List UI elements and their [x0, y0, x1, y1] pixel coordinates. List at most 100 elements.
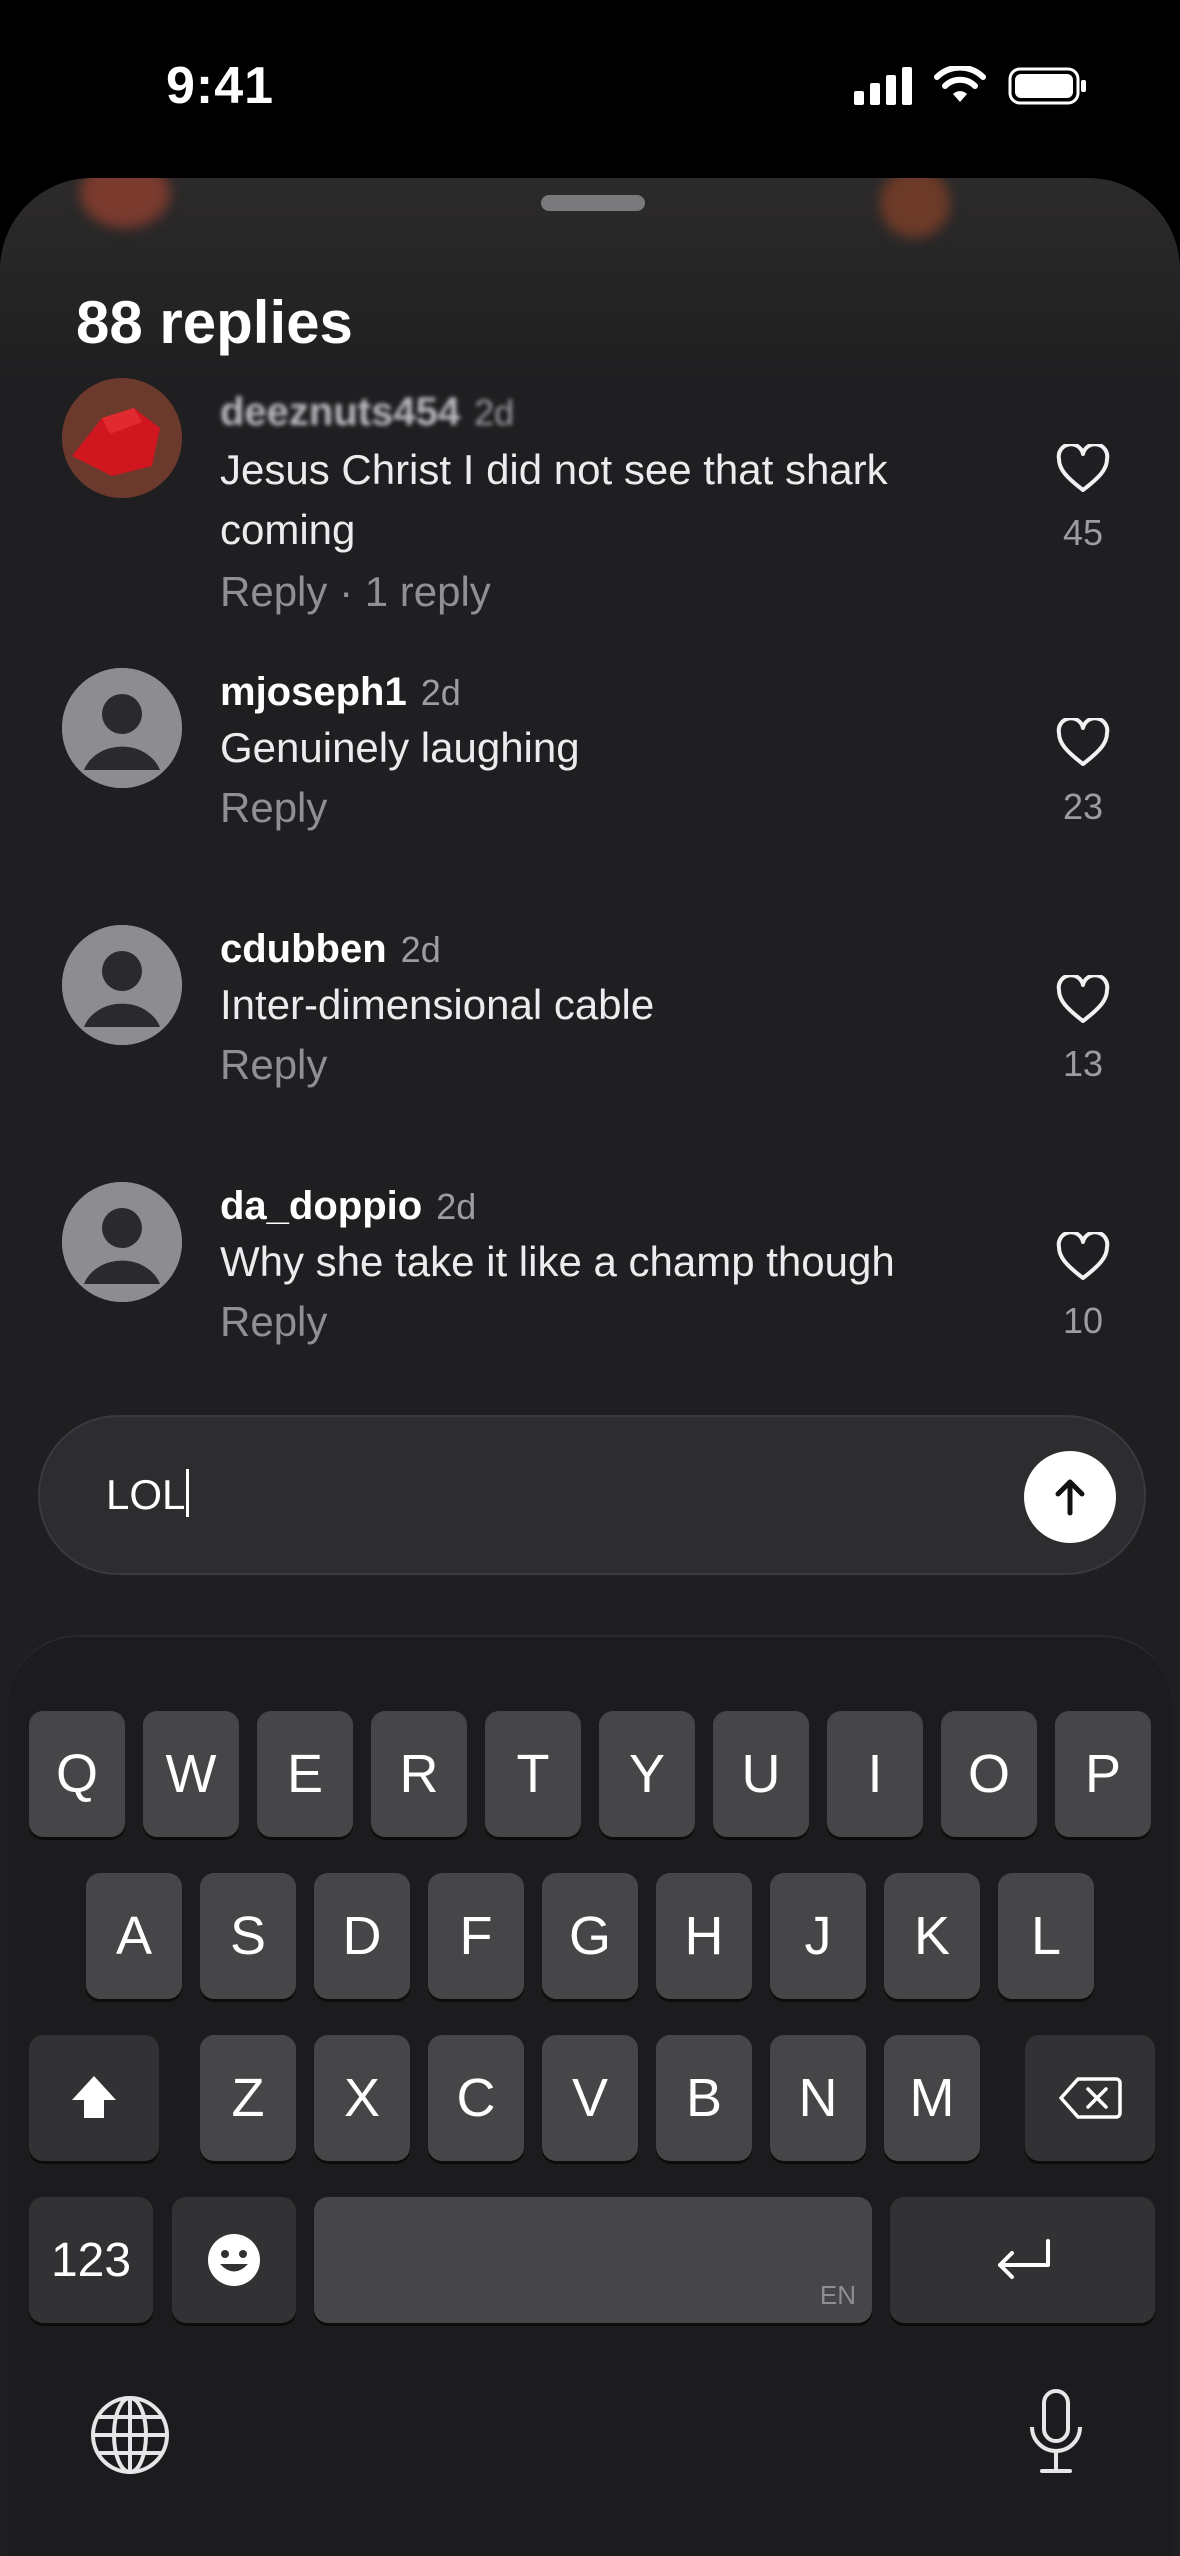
dictation-key[interactable]: [1024, 2387, 1088, 2484]
reply-button[interactable]: Reply: [220, 1298, 327, 1346]
key-a[interactable]: A: [86, 1873, 182, 1999]
replies-count-title: 88 replies: [76, 289, 353, 356]
like-control: 10: [1050, 1232, 1116, 1342]
custom-red-avatar-icon: [62, 378, 182, 498]
key-m[interactable]: M: [884, 2035, 980, 2161]
status-time: 9:41: [166, 57, 275, 115]
like-count: 45: [1062, 512, 1104, 553]
battery-icon: [1008, 67, 1086, 105]
status-icons: [854, 66, 1088, 106]
default-person-icon: [62, 668, 182, 788]
comment-text: Genuinely laughing: [220, 724, 580, 771]
username-text[interactable]: deeznuts454: [220, 390, 460, 434]
shift-icon: [72, 2076, 116, 2118]
comment-time: 2d: [474, 392, 515, 433]
heart-icon[interactable]: [1056, 975, 1110, 1025]
default-person-icon: [62, 925, 182, 1045]
user-avatar[interactable]: [62, 925, 182, 1045]
key-e[interactable]: E: [257, 1711, 353, 1837]
heart-icon[interactable]: [1056, 1232, 1110, 1282]
globe-key[interactable]: [88, 2393, 172, 2482]
like-count: 10: [1062, 1300, 1104, 1341]
key-r[interactable]: R: [371, 1711, 467, 1837]
comment-text: Jesus Christ I did not see that shark co…: [220, 446, 888, 553]
reply-input[interactable]: LOL: [106, 1469, 190, 1519]
microphone-icon: [1030, 2389, 1082, 2473]
backspace-icon: [1059, 2077, 1122, 2119]
username-text[interactable]: mjoseph1: [220, 670, 407, 714]
key-h[interactable]: H: [656, 1873, 752, 1999]
key-i[interactable]: I: [827, 1711, 923, 1837]
like-count: 23: [1062, 786, 1104, 827]
comment-username[interactable]: deeznuts454 2d: [220, 390, 514, 435]
user-avatar[interactable]: [62, 378, 182, 498]
reply-button[interactable]: Reply: [220, 568, 327, 615]
key-z[interactable]: Z: [200, 2035, 296, 2161]
sheet-grabber-handle[interactable]: [541, 195, 645, 211]
cellular-signal-icon: [854, 67, 912, 105]
keyboard-language-label: EN: [819, 2280, 856, 2310]
comment-actions: Reply · 1 reply: [220, 568, 491, 616]
view-replies-link[interactable]: 1 reply: [365, 568, 491, 615]
key-s[interactable]: S: [200, 1873, 296, 1999]
comment-time: 2d: [420, 672, 461, 713]
key-l[interactable]: L: [998, 1873, 1094, 1999]
key-p[interactable]: P: [1055, 1711, 1151, 1837]
like-control: 13: [1050, 975, 1116, 1085]
return-key[interactable]: [890, 2197, 1155, 2323]
comment-text: Why she take it like a champ though: [220, 1238, 895, 1285]
heart-icon[interactable]: [1056, 444, 1110, 494]
status-bar: 9:41: [0, 0, 1180, 180]
key-y[interactable]: Y: [599, 1711, 695, 1837]
key-u[interactable]: U: [713, 1711, 809, 1837]
comment-username[interactable]: mjoseph1 2d: [220, 670, 461, 715]
key-x[interactable]: X: [314, 2035, 410, 2161]
emoji-key[interactable]: [172, 2197, 296, 2323]
key-c[interactable]: C: [428, 2035, 524, 2161]
text-cursor: [186, 1469, 190, 1517]
key-b[interactable]: B: [656, 2035, 752, 2161]
key-t[interactable]: T: [485, 1711, 581, 1837]
space-key[interactable]: EN: [314, 2197, 872, 2323]
key-o[interactable]: O: [941, 1711, 1037, 1837]
wifi-icon: [934, 66, 986, 102]
comment-time: 2d: [400, 929, 441, 970]
globe-icon: [91, 2396, 169, 2474]
shift-key[interactable]: [29, 2035, 159, 2161]
backdrop-blur: [80, 178, 170, 228]
user-avatar[interactable]: [62, 1182, 182, 1302]
like-control: 23: [1050, 718, 1116, 828]
dot-separator: ·: [339, 568, 365, 615]
key-v[interactable]: V: [542, 2035, 638, 2161]
heart-icon[interactable]: [1056, 718, 1110, 768]
key-w[interactable]: W: [143, 1711, 239, 1837]
key-g[interactable]: G: [542, 1873, 638, 1999]
backspace-key[interactable]: [1025, 2035, 1155, 2161]
username-text[interactable]: da_doppio: [220, 1184, 422, 1228]
reply-input-value: LOL: [106, 1471, 186, 1518]
user-avatar[interactable]: [62, 668, 182, 788]
numbers-key[interactable]: 123: [29, 2197, 153, 2323]
comment-time: 2d: [436, 1186, 477, 1227]
username-text[interactable]: cdubben: [220, 927, 387, 971]
comment-username[interactable]: da_doppio 2d: [220, 1184, 476, 1229]
key-q[interactable]: Q: [29, 1711, 125, 1837]
reply-button[interactable]: Reply: [220, 1041, 327, 1089]
key-j[interactable]: J: [770, 1873, 866, 1999]
key-f[interactable]: F: [428, 1873, 524, 1999]
like-control: 45: [1050, 444, 1116, 554]
on-screen-keyboard: Q W E R T Y U I O P A S D F G H J K L Z …: [8, 1635, 1172, 2556]
key-n[interactable]: N: [770, 2035, 866, 2161]
emoji-icon: [208, 2234, 260, 2286]
reply-button[interactable]: Reply: [220, 784, 327, 832]
comment-username[interactable]: cdubben 2d: [220, 927, 441, 972]
backdrop-blur: [880, 178, 950, 238]
like-count: 13: [1062, 1043, 1104, 1084]
key-d[interactable]: D: [314, 1873, 410, 1999]
send-button[interactable]: [1024, 1451, 1116, 1543]
arrow-up-icon: [1055, 1479, 1085, 1516]
return-icon: [997, 2239, 1050, 2279]
key-k[interactable]: K: [884, 1873, 980, 1999]
reply-composer[interactable]: LOL: [38, 1415, 1146, 1575]
comment-text: Inter-dimensional cable: [220, 981, 655, 1028]
